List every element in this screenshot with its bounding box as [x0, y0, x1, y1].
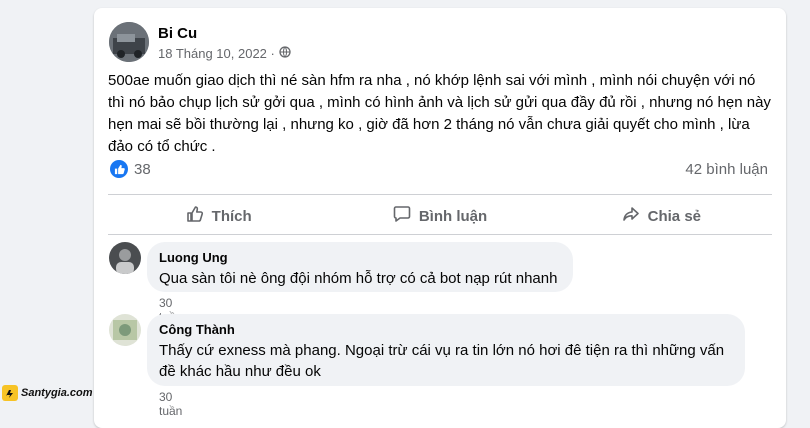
share-arrow-icon: [622, 205, 640, 227]
comment-text: Thấy cứ exness mà phang. Ngoại trừ cái v…: [159, 342, 725, 380]
divider: [108, 194, 772, 195]
comment-author-name[interactable]: Luong Ung: [159, 250, 561, 266]
post-date[interactable]: 18 Tháng 10, 2022 ·: [158, 46, 275, 61]
comment-count[interactable]: 42 bình luận: [685, 161, 768, 178]
like-button-label: Thích: [211, 207, 252, 225]
comment-author-name[interactable]: Công Thành: [159, 322, 733, 338]
comment-author-avatar[interactable]: [109, 314, 141, 346]
watermark-logo: Santygia.com: [2, 385, 93, 401]
comment-bubble: Luong Ung Qua sàn tôi nè ông đội nhóm hỗ…: [147, 242, 573, 292]
watermark-text: Santygia.com: [21, 387, 93, 399]
post-author-avatar[interactable]: [109, 22, 149, 62]
globe-icon: [279, 46, 291, 61]
comment-author-avatar[interactable]: [109, 242, 141, 274]
comment-timestamp[interactable]: 30 tuần: [159, 390, 182, 418]
logo-mark-icon: [2, 385, 18, 401]
like-reaction-icon: [110, 160, 128, 178]
like-button[interactable]: Thích: [108, 196, 329, 236]
divider: [108, 234, 772, 235]
post-meta: 18 Tháng 10, 2022 ·: [158, 46, 291, 61]
comment-button-label: Bình luận: [418, 207, 488, 225]
post-body: 500ae muốn giao dịch thì né sàn hfm ra n…: [108, 72, 771, 155]
like-count: 38: [134, 160, 151, 178]
share-button-label: Chia sẻ: [647, 207, 701, 225]
comment-bubble: Công Thành Thấy cứ exness mà phang. Ngoạ…: [147, 314, 745, 386]
reaction-summary[interactable]: 38: [110, 160, 151, 178]
comment-bubble-icon: [393, 205, 411, 227]
post-card: Bi Cu 18 Tháng 10, 2022 · 500ae muốn gia…: [94, 8, 786, 428]
post-actions: Thích Bình luận Chia sẻ: [108, 196, 772, 236]
post-author-name[interactable]: Bi Cu: [158, 25, 197, 42]
comment-button[interactable]: Bình luận: [329, 196, 550, 236]
thumbs-up-icon: [186, 205, 204, 227]
comment-text: Qua sàn tôi nè ông đội nhóm hỗ trợ có cả…: [159, 270, 558, 287]
share-button[interactable]: Chia sẻ: [551, 196, 772, 236]
